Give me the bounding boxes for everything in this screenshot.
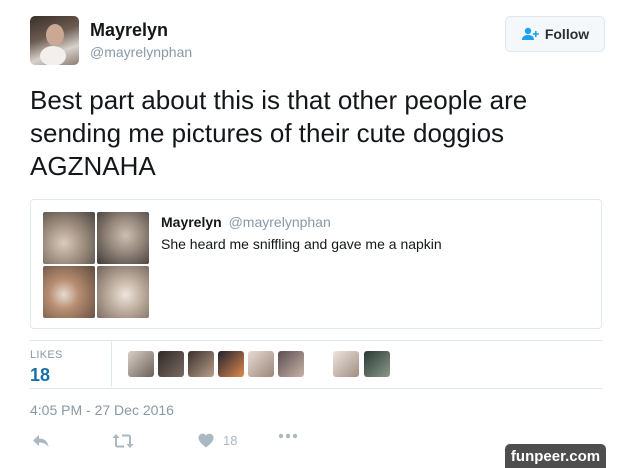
follow-button-label: Follow xyxy=(544,26,590,42)
like-button[interactable]: 18 xyxy=(198,433,237,448)
reply-button[interactable] xyxy=(32,433,50,449)
dog-photo-thumbnail[interactable] xyxy=(97,212,149,264)
likes-stat[interactable]: LIKES 18 xyxy=(30,349,63,386)
retweet-icon xyxy=(112,434,134,448)
more-button[interactable] xyxy=(278,433,298,439)
likes-label: LIKES xyxy=(30,349,63,361)
dog-photo-thumbnail[interactable] xyxy=(43,266,95,318)
quoted-tweet-author: Mayrelyn @mayrelynphan xyxy=(161,214,331,230)
dog-photo-thumbnail[interactable] xyxy=(97,266,149,318)
liker-avatar[interactable] xyxy=(278,351,304,377)
author-handle[interactable]: @mayrelynphan xyxy=(90,44,192,60)
follow-button[interactable]: Follow xyxy=(505,16,605,52)
avatar-face xyxy=(46,24,64,46)
tweet-timestamp[interactable]: 4:05 PM - 27 Dec 2016 xyxy=(30,402,174,418)
quoted-handle: @mayrelynphan xyxy=(228,214,331,230)
avatar[interactable] xyxy=(30,16,79,65)
avatar-dog xyxy=(40,46,66,65)
liker-avatar[interactable] xyxy=(248,351,274,377)
quoted-tweet-text: She heard me sniffling and gave me a nap… xyxy=(161,236,442,252)
liker-avatar[interactable] xyxy=(364,351,390,377)
divider xyxy=(30,388,602,389)
dog-photo-thumbnail[interactable] xyxy=(43,212,95,264)
liker-avatar[interactable] xyxy=(128,351,154,377)
retweet-button[interactable] xyxy=(112,433,134,449)
watermark: funpeer.com xyxy=(505,444,606,468)
quoted-tweet-photos[interactable] xyxy=(43,212,149,318)
quoted-display-name: Mayrelyn xyxy=(161,214,222,230)
likes-count: 18 xyxy=(30,365,51,385)
stats-divider xyxy=(111,341,112,387)
liker-avatar[interactable] xyxy=(158,351,184,377)
more-dots-icon xyxy=(278,433,298,439)
tweet-header: Mayrelyn @mayrelynphan Follow xyxy=(30,16,605,68)
heart-icon xyxy=(198,433,214,448)
author-display-name[interactable]: Mayrelyn xyxy=(90,20,168,41)
liker-avatar[interactable] xyxy=(188,351,214,377)
tweet-text: Best part about this is that other peopl… xyxy=(30,85,528,181)
like-count: 18 xyxy=(223,433,238,448)
reply-icon xyxy=(33,435,49,447)
add-person-icon xyxy=(521,27,539,40)
quoted-tweet[interactable]: Mayrelyn @mayrelynphan She heard me snif… xyxy=(30,199,602,329)
liker-avatar[interactable] xyxy=(218,351,244,377)
liker-avatar[interactable] xyxy=(333,351,359,377)
divider xyxy=(30,340,602,341)
